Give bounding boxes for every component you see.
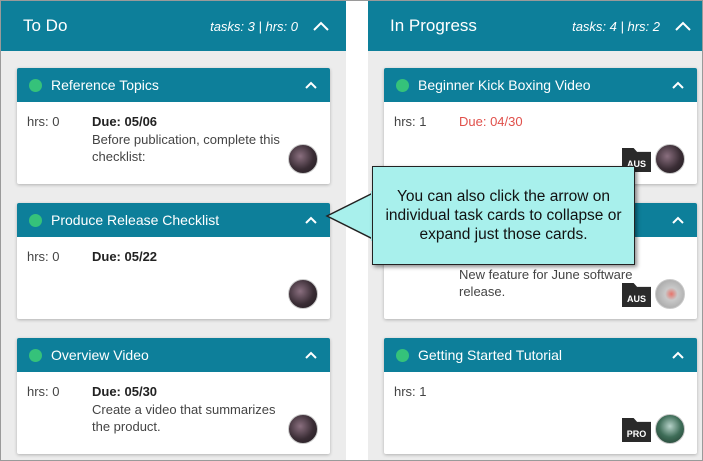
status-dot-icon: [396, 78, 409, 92]
card-title: Beginner Kick Boxing Video: [418, 77, 591, 93]
card-header: Getting Started Tutorial: [384, 338, 697, 372]
status-dot-icon: [29, 78, 42, 92]
card-hours: hrs: 1: [394, 384, 427, 399]
card-header: Beginner Kick Boxing Video: [384, 68, 697, 102]
card-body: hrs: 0 Due: 05/30 Create a video that su…: [17, 372, 330, 454]
card-title: Getting Started Tutorial: [418, 347, 562, 363]
task-card[interactable]: Overview Video hrs: 0 Due: 05/30 Create …: [17, 338, 330, 454]
card-title: Overview Video: [51, 347, 149, 363]
card-due-date-overdue: Due: 04/30: [459, 114, 523, 129]
callout-tooltip: You can also click the arrow on individu…: [372, 166, 635, 265]
callout-pointer-icon: [325, 191, 377, 241]
column-title: To Do: [23, 16, 68, 35]
chevron-up-icon[interactable]: [312, 17, 330, 35]
card-hours: hrs: 0: [27, 384, 60, 399]
status-dot-icon: [396, 348, 409, 362]
chevron-up-icon[interactable]: [304, 213, 318, 227]
avatar[interactable]: [288, 144, 318, 174]
avatar[interactable]: [288, 279, 318, 309]
column-stats: tasks: 4 | hrs: 2: [572, 18, 660, 34]
task-card[interactable]: Produce Release Checklist hrs: 0 Due: 05…: [17, 203, 330, 319]
chevron-up-icon[interactable]: [671, 78, 685, 92]
avatar[interactable]: [655, 279, 685, 309]
card-hours: hrs: 1: [394, 114, 427, 129]
column-header-todo: To Do tasks: 3 | hrs: 0: [1, 1, 346, 51]
task-card[interactable]: Reference Topics hrs: 0 Due: 05/06 Befor…: [17, 68, 330, 184]
avatar[interactable]: [655, 414, 685, 444]
card-description: New feature for June software release.: [459, 267, 633, 299]
column-todo: To Do tasks: 3 | hrs: 0 Reference Topics…: [1, 1, 346, 460]
card-header: Overview Video: [17, 338, 330, 372]
folder-badge-icon: PRO: [622, 418, 651, 442]
avatar[interactable]: [655, 144, 685, 174]
chevron-up-icon[interactable]: [304, 78, 318, 92]
card-header: Reference Topics: [17, 68, 330, 102]
card-body: hrs: 0 Due: 05/06 Before publication, co…: [17, 102, 330, 184]
card-body: hrs: 0 Due: 05/22: [17, 237, 330, 319]
callout-text: You can also click the arrow on individu…: [385, 188, 622, 243]
column-title: In Progress: [390, 16, 477, 35]
card-title: Produce Release Checklist: [51, 212, 220, 228]
card-title: Reference Topics: [51, 77, 159, 93]
chevron-up-icon[interactable]: [671, 213, 685, 227]
status-dot-icon: [29, 213, 42, 227]
chevron-up-icon[interactable]: [674, 17, 692, 35]
task-board: To Do tasks: 3 | hrs: 0 Reference Topics…: [0, 0, 703, 461]
card-due-date: Due: 05/22: [92, 249, 158, 264]
column-header-in-progress: In Progress tasks: 4 | hrs: 2: [368, 1, 702, 51]
card-description: Before publication, complete this checkl…: [92, 132, 280, 164]
card-body: hrs: 1 PRO: [384, 372, 697, 454]
chevron-up-icon[interactable]: [671, 348, 685, 362]
avatar[interactable]: [288, 414, 318, 444]
task-card[interactable]: Getting Started Tutorial hrs: 1 PRO: [384, 338, 697, 454]
status-dot-icon: [29, 348, 42, 362]
card-hours: hrs: 0: [27, 249, 60, 264]
card-header: Produce Release Checklist: [17, 203, 330, 237]
chevron-up-icon[interactable]: [304, 348, 318, 362]
card-due-date: Due: 05/30: [92, 384, 158, 399]
column-stats: tasks: 3 | hrs: 0: [210, 18, 298, 34]
card-hours: hrs: 0: [27, 114, 60, 129]
card-description: Create a video that summarizes the produ…: [92, 402, 276, 434]
card-due-date: Due: 05/06: [92, 114, 158, 129]
